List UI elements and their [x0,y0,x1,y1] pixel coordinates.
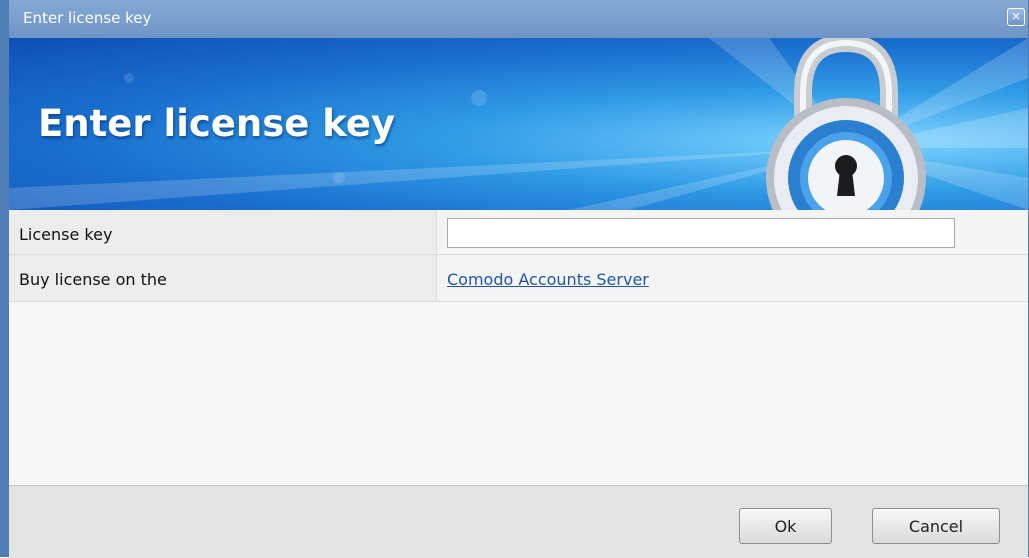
dialog-footer: Ok Cancel [9,485,1028,558]
ok-button[interactable]: Ok [739,508,832,544]
window-title: Enter license key [23,9,152,27]
license-key-value-cell [437,210,1028,254]
empty-content-area [9,302,1028,485]
buy-license-label: Buy license on the [19,270,167,289]
buy-license-row: Buy license on the Comodo Accounts Serve… [9,255,1028,302]
header-banner: Enter license key [9,38,1028,210]
banner-heading: Enter license key [38,102,396,145]
buy-license-value-cell: Comodo Accounts Server [437,255,1028,301]
license-key-row: License key [9,210,1028,255]
license-key-input[interactable] [447,218,955,248]
license-key-label: License key [19,225,113,244]
title-bar[interactable]: Enter license key × [9,0,1028,38]
cancel-button[interactable]: Cancel [872,508,1000,544]
license-key-label-cell: License key [9,210,437,254]
license-dialog: Enter license key × Enter license key Li… [0,0,1029,558]
comodo-accounts-server-link[interactable]: Comodo Accounts Server [447,270,649,289]
close-icon[interactable]: × [1007,8,1025,26]
buy-license-label-cell: Buy license on the [9,255,437,301]
